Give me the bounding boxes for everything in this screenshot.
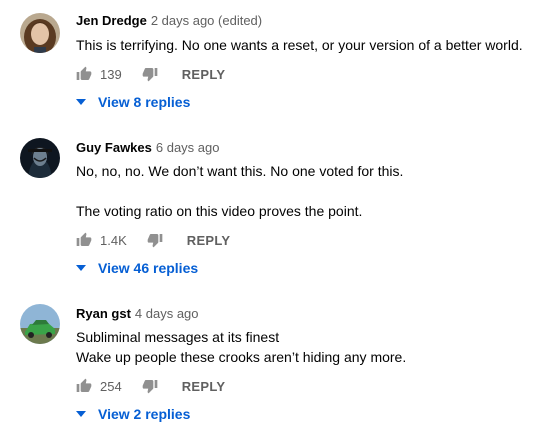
author-name[interactable]: Ryan gst <box>76 306 131 321</box>
view-replies-label: View 46 replies <box>98 260 199 276</box>
comment-text-line: Subliminal messages at its finest <box>76 329 280 345</box>
author-name[interactable]: Guy Fawkes <box>76 140 152 155</box>
comment-header: Guy Fawkes 6 days ago <box>76 140 219 156</box>
timestamp[interactable]: 4 days ago <box>135 306 199 321</box>
comment-text-line: Wake up people these crooks aren’t hidin… <box>76 349 407 365</box>
avatar[interactable] <box>20 138 60 178</box>
view-replies-button[interactable]: View 46 replies <box>74 258 198 278</box>
reply-button[interactable]: REPLY <box>182 67 226 82</box>
comment-thread: Guy Fawkes 6 days ago No, no, no. We don’… <box>0 130 538 280</box>
comment-header: Ryan gst 4 days ago <box>76 306 199 322</box>
reply-button[interactable]: REPLY <box>187 233 231 248</box>
like-count: 139 <box>100 66 122 82</box>
thumb-down-icon[interactable] <box>140 64 160 84</box>
comment-text-line: No, no, no. We don’t want this. No one v… <box>76 163 404 179</box>
thumb-up-icon[interactable] <box>74 64 94 84</box>
caret-down-icon <box>74 265 88 271</box>
thumb-down-icon[interactable] <box>145 230 165 250</box>
avatar[interactable] <box>20 304 60 344</box>
comment-actions: 254 REPLY <box>74 376 225 396</box>
avatar-image <box>20 13 60 53</box>
timestamp[interactable]: 6 days ago <box>156 140 220 155</box>
author-name[interactable]: Jen Dredge <box>76 13 147 28</box>
reply-button[interactable]: REPLY <box>182 379 226 394</box>
like-count: 254 <box>100 378 122 394</box>
view-replies-label: View 8 replies <box>98 94 191 110</box>
comment-thread: Jen Dredge 2 days ago (edited) This is te… <box>0 0 538 120</box>
comment-actions: 1.4K REPLY <box>74 230 230 250</box>
comment-text: This is terrifying. No one wants a reset… <box>76 37 523 53</box>
thumb-up-icon[interactable] <box>74 376 94 396</box>
thumb-up-icon[interactable] <box>74 230 94 250</box>
view-replies-button[interactable]: View 2 replies <box>74 404 190 424</box>
view-replies-button[interactable]: View 8 replies <box>74 92 190 112</box>
like-count: 1.4K <box>100 232 127 248</box>
avatar-image <box>20 138 60 178</box>
comment-thread: Ryan gst 4 days ago Subliminal messages a… <box>0 296 538 433</box>
caret-down-icon <box>74 411 88 417</box>
comment-text-line: The voting ratio on this video proves th… <box>76 203 363 219</box>
thumb-down-icon[interactable] <box>140 376 160 396</box>
timestamp[interactable]: 2 days ago (edited) <box>151 13 262 28</box>
caret-down-icon <box>74 99 88 105</box>
comment-header: Jen Dredge 2 days ago (edited) <box>76 13 262 29</box>
view-replies-label: View 2 replies <box>98 406 191 422</box>
avatar[interactable] <box>20 13 60 53</box>
comment-actions: 139 REPLY <box>74 64 225 84</box>
avatar-image <box>20 304 60 344</box>
